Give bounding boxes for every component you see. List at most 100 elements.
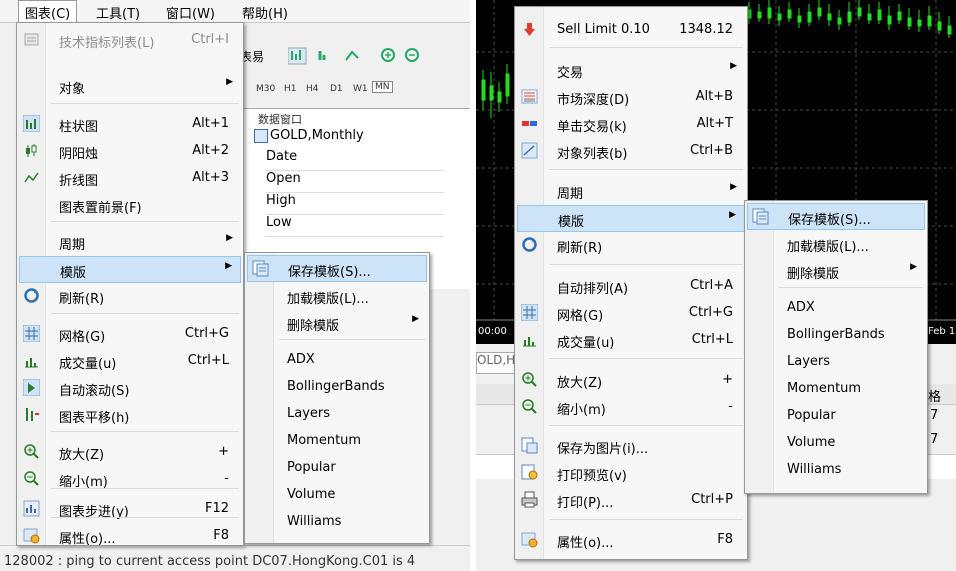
- menu-item-label: 对象列表(b): [557, 147, 628, 162]
- menu-window[interactable]: 窗口(W): [166, 3, 215, 22]
- save-image-icon: [521, 437, 538, 454]
- menu-item[interactable]: 模版 ▶: [19, 256, 241, 283]
- menu-item[interactable]: 对象列表(b) Ctrl+B: [517, 138, 745, 163]
- menu-item[interactable]: Sell Limit 0.10 1348.12: [517, 17, 745, 42]
- volume-icon: [521, 331, 538, 348]
- menu-item[interactable]: 删除模版 ▶: [247, 310, 427, 335]
- menu-tools[interactable]: 工具(T): [96, 3, 140, 22]
- zoom-out-icon: [23, 470, 40, 487]
- menu-item[interactable]: 周期 ▶: [19, 229, 241, 254]
- menu-separator: [51, 221, 239, 222]
- menu-item-shortcut: Alt+B: [695, 89, 733, 104]
- menu-item-shortcut: F8: [717, 532, 733, 547]
- menu-item[interactable]: 图表平移(h): [19, 402, 241, 427]
- menu-item[interactable]: Popular: [247, 455, 427, 480]
- sell-arrow-icon: [521, 21, 538, 38]
- menu-help[interactable]: 帮助(H): [242, 3, 288, 22]
- menu-item[interactable]: 缩小(m) -: [517, 394, 745, 419]
- menu-item[interactable]: 交易 ▶: [517, 57, 745, 82]
- menu-item-shortcut: F8: [213, 528, 229, 543]
- menu-item[interactable]: 保存模板(S)...: [747, 203, 925, 230]
- menu-item[interactable]: ADX: [747, 295, 925, 320]
- menu-item-label: 放大(Z): [59, 448, 105, 463]
- menu-item[interactable]: 保存为图片(i)...: [517, 433, 745, 458]
- menu-item[interactable]: 加载模版(L)...: [247, 283, 427, 308]
- menu-item-label: BollingerBands: [287, 379, 385, 394]
- grid-icon: [521, 304, 538, 321]
- menu-item-shortcut: Alt+1: [192, 116, 229, 131]
- menu-item[interactable]: 网格(G) Ctrl+G: [19, 321, 241, 346]
- tf-m30[interactable]: M30: [256, 84, 275, 94]
- tf-w1[interactable]: W1: [353, 84, 368, 94]
- menu-item[interactable]: 属性(o)... F8: [517, 527, 745, 552]
- menu-item[interactable]: 自动排列(A) Ctrl+A: [517, 273, 745, 298]
- menu-item[interactable]: 打印(P)... Ctrl+P: [517, 487, 745, 512]
- menu-item[interactable]: Momentum: [247, 428, 427, 453]
- menu-item[interactable]: 折线图 Alt+3: [19, 165, 241, 190]
- menu-item[interactable]: Volume: [247, 482, 427, 507]
- menu-item[interactable]: 网格(G) Ctrl+G: [517, 300, 745, 325]
- tf-h4[interactable]: H4: [306, 84, 319, 94]
- chart-tab[interactable]: OLD,H: [476, 352, 518, 374]
- properties-icon: [521, 531, 538, 548]
- menu-item[interactable]: 柱状图 Alt+1: [19, 111, 241, 136]
- menu-item[interactable]: Williams: [247, 509, 427, 534]
- menu-item[interactable]: 周期 ▶: [517, 178, 745, 203]
- menu-item[interactable]: Layers: [747, 349, 925, 374]
- menu-item-label: BollingerBands: [787, 327, 885, 342]
- menu-item-label: 周期: [59, 238, 86, 253]
- tf-mn[interactable]: MN: [372, 81, 393, 93]
- submenu-arrow-icon: ▶: [910, 262, 917, 272]
- menu-item[interactable]: BollingerBands: [247, 374, 427, 399]
- menu-item-label: Layers: [287, 406, 331, 421]
- menu-item-label: 自动排列(A): [557, 282, 629, 297]
- menu-item[interactable]: 删除模版 ▶: [747, 258, 925, 283]
- menu-item[interactable]: BollingerBands: [747, 322, 925, 347]
- menu-item[interactable]: 刷新(R): [517, 232, 745, 257]
- menu-item[interactable]: 加载模版(L)...: [747, 231, 925, 256]
- data-window-symbol: GOLD,Monthly: [270, 128, 364, 143]
- menu-item[interactable]: 成交量(u) Ctrl+L: [19, 348, 241, 373]
- menu-item[interactable]: 阴阳烛 Alt+2: [19, 138, 241, 163]
- menu-item-label: 放大(Z): [557, 376, 603, 391]
- menu-item-shortcut: Alt+2: [192, 143, 229, 158]
- table-cell: 7: [930, 432, 939, 447]
- menu-item[interactable]: 属性(o)... F8: [19, 523, 241, 548]
- menu-item[interactable]: 模版 ▶: [517, 205, 745, 232]
- menu-item[interactable]: 图表置前景(F): [19, 192, 241, 217]
- menu-item[interactable]: 单击交易(k) Alt+T: [517, 111, 745, 136]
- chart-window-icon: [254, 129, 268, 143]
- menu-item[interactable]: 放大(Z) +: [19, 439, 241, 464]
- tf-d1[interactable]: D1: [330, 84, 343, 94]
- object-list-icon: [521, 142, 538, 159]
- submenu-arrow-icon: ▶: [729, 210, 736, 220]
- menu-item[interactable]: 自动滚动(S): [19, 375, 241, 400]
- menu-separator: [51, 103, 239, 104]
- menu-separator: [51, 488, 239, 489]
- submenu-arrow-icon: ▶: [730, 182, 737, 192]
- menu-item-label: 成交量(u): [557, 336, 615, 351]
- menu-item[interactable]: 对象 ▶: [19, 73, 241, 98]
- menu-item[interactable]: Popular: [747, 403, 925, 428]
- refresh-icon: [23, 287, 40, 304]
- menu-item[interactable]: 市场深度(D) Alt+B: [517, 84, 745, 109]
- menu-item-shortcut: Ctrl+G: [184, 326, 229, 341]
- menu-item[interactable]: 刷新(R): [19, 283, 241, 308]
- menu-item[interactable]: 打印预览(v): [517, 460, 745, 485]
- menu-item[interactable]: 放大(Z) +: [517, 367, 745, 392]
- menu-item[interactable]: Momentum: [747, 376, 925, 401]
- menu-item[interactable]: 成交量(u) Ctrl+L: [517, 327, 745, 352]
- menu-item[interactable]: Layers: [247, 401, 427, 426]
- menu-separator: [51, 313, 239, 314]
- menu-item[interactable]: ADX: [247, 347, 427, 372]
- tf-h1[interactable]: H1: [284, 84, 297, 94]
- menu-item[interactable]: 保存模板(S)...: [247, 255, 427, 282]
- chart-tab-label: OLD,H: [477, 353, 516, 367]
- menu-chart[interactable]: 图表(C): [18, 0, 78, 24]
- data-row-open: Open: [266, 171, 444, 193]
- menu-item[interactable]: Volume: [747, 430, 925, 455]
- menu-item-label: 保存为图片(i)...: [557, 442, 649, 457]
- menu-item-label: Layers: [787, 354, 831, 369]
- menu-item[interactable]: Williams: [747, 457, 925, 482]
- left-panel: 图表(C) 工具(T) 窗口(W) 帮助(H) 表易 M30 H1 H4 D1 …: [0, 0, 470, 571]
